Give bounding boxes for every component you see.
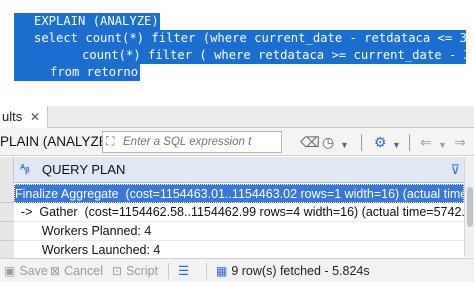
fetch-status: ▦ 9 row(s) fetched - 5.824s: [216, 260, 370, 282]
results-tab-bar: ults ✕: [0, 106, 474, 128]
vertical-scrollbar[interactable]: [464, 157, 474, 257]
eraser-icon[interactable]: ⌫: [300, 133, 320, 151]
text-type-icon: ᴬᵦ: [20, 163, 30, 175]
chevron-down-icon[interactable]: ▼: [340, 136, 349, 154]
chevron-down-icon[interactable]: ▼: [438, 136, 447, 154]
cancel-icon: ⊠: [50, 264, 61, 278]
filter-icon: ⛶: [106, 134, 115, 148]
save-icon: ▣: [4, 264, 16, 278]
tab-results[interactable]: ults ✕: [0, 106, 48, 128]
arrow-right-icon[interactable]: ⇒: [454, 133, 466, 151]
scrollbar-thumb[interactable]: [467, 187, 473, 227]
editor-line-2[interactable]: select count(*) filter (where current_da…: [14, 30, 474, 47]
record-mode-icon[interactable]: ☰: [178, 260, 189, 282]
save-button[interactable]: ▣ Save: [4, 260, 48, 282]
status-separator: [206, 263, 207, 279]
sql-editor[interactable]: EXPLAIN (ANALYZE) select count(*) filter…: [0, 0, 474, 104]
save-label: Save: [19, 264, 48, 278]
status-separator: [168, 263, 169, 279]
row-number-1[interactable]: [0, 184, 14, 203]
script-label: Script: [126, 264, 159, 278]
column-header-query-plan[interactable]: ᴬᵦ QUERY PLAN ⊽: [14, 157, 464, 183]
grid-icon: ▦: [216, 264, 228, 278]
table-row[interactable]: Finalize Aggregate (cost=1154463.01..115…: [14, 184, 464, 203]
script-button[interactable]: ⊡ Script: [112, 260, 158, 282]
editor-line-1[interactable]: EXPLAIN (ANALYZE): [14, 13, 160, 30]
column-filter-icon[interactable]: ⊽: [450, 162, 460, 178]
fetch-status-label: 9 row(s) fetched - 5.824s: [231, 264, 370, 278]
chevron-down-icon[interactable]: ▼: [392, 136, 401, 154]
script-icon: ⊡: [112, 264, 123, 278]
cancel-label: Cancel: [64, 264, 103, 278]
separator-icon: │: [358, 134, 367, 150]
results-grid[interactable]: ᴬᵦ QUERY PLAN ⊽ Finalize Aggregate (cost…: [0, 157, 474, 260]
separator-icon: │: [406, 134, 415, 150]
editor-line-4[interactable]: from retorno: [14, 64, 140, 81]
history-icon[interactable]: ◷: [322, 133, 334, 151]
apply-filter-icon[interactable]: ⚙: [374, 133, 387, 151]
query-label: PLAIN (ANALYZE): [0, 134, 113, 149]
close-icon[interactable]: ✕: [30, 106, 40, 128]
editor-line-3[interactable]: count(*) filter ( where retdataca >= cur…: [14, 47, 474, 64]
table-row[interactable]: -> Gather (cost=1154462.58..1154462.99 r…: [14, 203, 464, 222]
row-number-3[interactable]: [0, 222, 14, 241]
results-filter-toolbar: PLAIN (ANALYZE) ⛶ ⌫ ◷ ▼ │ ⚙ ▼ │ ⇐ ▼ ⇒: [0, 128, 474, 156]
tab-results-label: ults: [2, 109, 23, 124]
filter-box[interactable]: ⛶: [102, 131, 282, 153]
filter-input[interactable]: [123, 133, 279, 151]
results-status-bar: ▣ Save ⊠ Cancel ⊡ Script ☰ ▦ 9 row(s) fetche…: [0, 258, 474, 282]
column-header-label: QUERY PLAN: [42, 162, 126, 177]
row-number-2[interactable]: [0, 203, 14, 222]
arrow-left-icon[interactable]: ⇐: [420, 133, 432, 151]
cancel-button[interactable]: ⊠ Cancel: [50, 260, 103, 282]
table-row[interactable]: Workers Planned: 4: [14, 222, 464, 241]
